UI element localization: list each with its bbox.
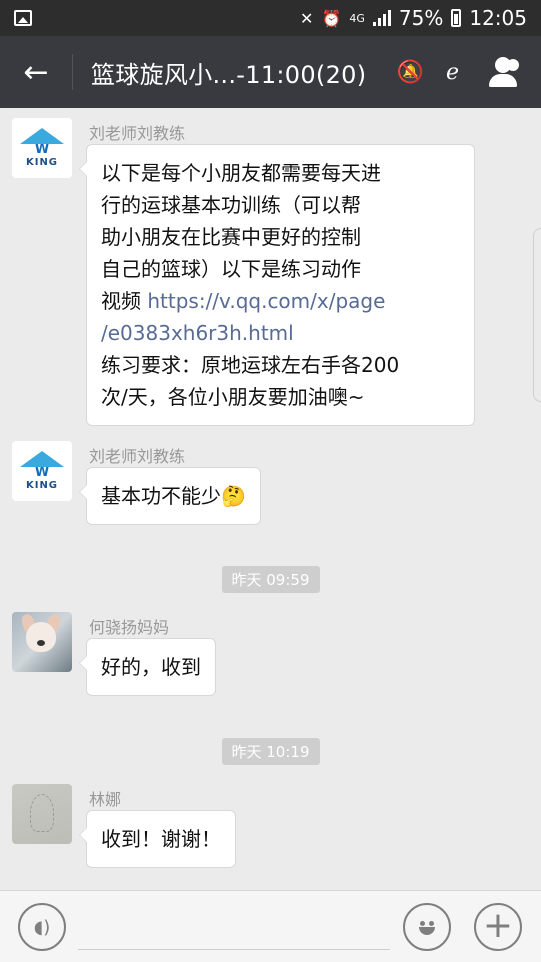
logo-king: KING bbox=[25, 480, 59, 491]
back-arrow-icon[interactable]: ← bbox=[0, 36, 72, 108]
message-bubble[interactable]: 基本功不能少🤔 bbox=[79, 467, 261, 525]
dog-avatar[interactable] bbox=[12, 612, 72, 672]
chat-title-bar: ← 篮球旋风小...-11:00(20) 🔕 ℯ bbox=[0, 36, 541, 108]
message-input[interactable] bbox=[78, 949, 390, 950]
timestamp: 昨天 09:59 bbox=[221, 566, 320, 593]
crown-icon bbox=[20, 451, 64, 467]
chat-title: 篮球旋风小...-11:00(20) bbox=[91, 60, 367, 89]
sender-name: 刘老师刘教练 bbox=[89, 124, 186, 143]
message-bubble[interactable]: 收到！谢谢！ bbox=[79, 810, 236, 868]
status-right: ✕ ⏰ 4G 75% 12:05 bbox=[300, 6, 527, 30]
mute-status-icon: ✕ bbox=[300, 8, 314, 28]
status-bar: ✕ ⏰ 4G 75% 12:05 bbox=[0, 0, 541, 36]
message-line: 自己的篮球）以下是练习动作 bbox=[101, 257, 361, 281]
king-logo-avatar[interactable]: W KING bbox=[12, 441, 72, 501]
thinking-emoji-icon: 🤔 bbox=[221, 484, 246, 508]
emoji-icon[interactable] bbox=[403, 903, 451, 951]
gallery-notification-icon bbox=[14, 10, 32, 26]
battery-percent: 75% bbox=[398, 6, 444, 30]
message-line: 以下是每个小朋友都需要每天进 bbox=[101, 161, 381, 185]
mute-icon[interactable]: 🔕 bbox=[397, 60, 424, 85]
crown-icon bbox=[20, 128, 64, 144]
voice-input-icon[interactable]: ◖) bbox=[18, 903, 66, 951]
message-line: 视频 https://v.qq.com/x/page bbox=[101, 285, 460, 317]
plus-icon[interactable]: + bbox=[474, 903, 522, 951]
message-line: 次/天，各位小朋友要加油噢~ bbox=[101, 385, 365, 409]
message-line: 练习要求：原地运球左右手各200 bbox=[101, 353, 400, 377]
timestamp: 昨天 10:19 bbox=[221, 738, 320, 765]
message-text: 好的，收到 bbox=[101, 655, 201, 679]
logo-king: KING bbox=[25, 157, 59, 168]
sender-name: 何骁扬妈妈 bbox=[89, 618, 170, 637]
title-divider bbox=[72, 54, 73, 90]
message-line: 助小朋友在比赛中更好的控制 bbox=[101, 225, 361, 249]
clock: 12:05 bbox=[469, 6, 527, 30]
message-bubble[interactable]: 以下是每个小朋友都需要每天进 行的运球基本功训练（可以帮 助小朋友在比赛中更好的… bbox=[79, 144, 475, 426]
title-actions: 🔕 ℯ bbox=[397, 57, 541, 87]
network-type: 4G bbox=[349, 11, 365, 25]
link-prefix: 视频 bbox=[101, 289, 148, 313]
message-bubble[interactable]: 好的，收到 bbox=[79, 638, 216, 696]
video-link[interactable]: https://v.qq.com/x/page bbox=[147, 289, 385, 313]
group-members-icon[interactable] bbox=[481, 57, 523, 87]
input-bar: ◖) + bbox=[0, 890, 541, 962]
side-handle[interactable] bbox=[533, 228, 541, 402]
sender-name: 林娜 bbox=[89, 790, 122, 809]
king-logo-avatar[interactable]: W KING bbox=[12, 118, 72, 178]
sketch-avatar[interactable] bbox=[12, 784, 72, 844]
logo-w: W bbox=[34, 142, 50, 157]
message-text: 基本功不能少 bbox=[101, 484, 221, 508]
message-text: 收到！谢谢！ bbox=[101, 827, 221, 851]
alarm-icon: ⏰ bbox=[321, 8, 342, 28]
video-link-continued[interactable]: /e0383xh6r3h.html bbox=[101, 317, 460, 349]
sender-name: 刘老师刘教练 bbox=[89, 447, 186, 466]
battery-icon bbox=[451, 9, 462, 27]
logo-w: W bbox=[34, 465, 50, 480]
earpiece-icon[interactable]: ℯ bbox=[446, 60, 459, 85]
signal-icon bbox=[372, 10, 391, 26]
message-line: 行的运球基本功训练（可以帮 bbox=[101, 193, 361, 217]
